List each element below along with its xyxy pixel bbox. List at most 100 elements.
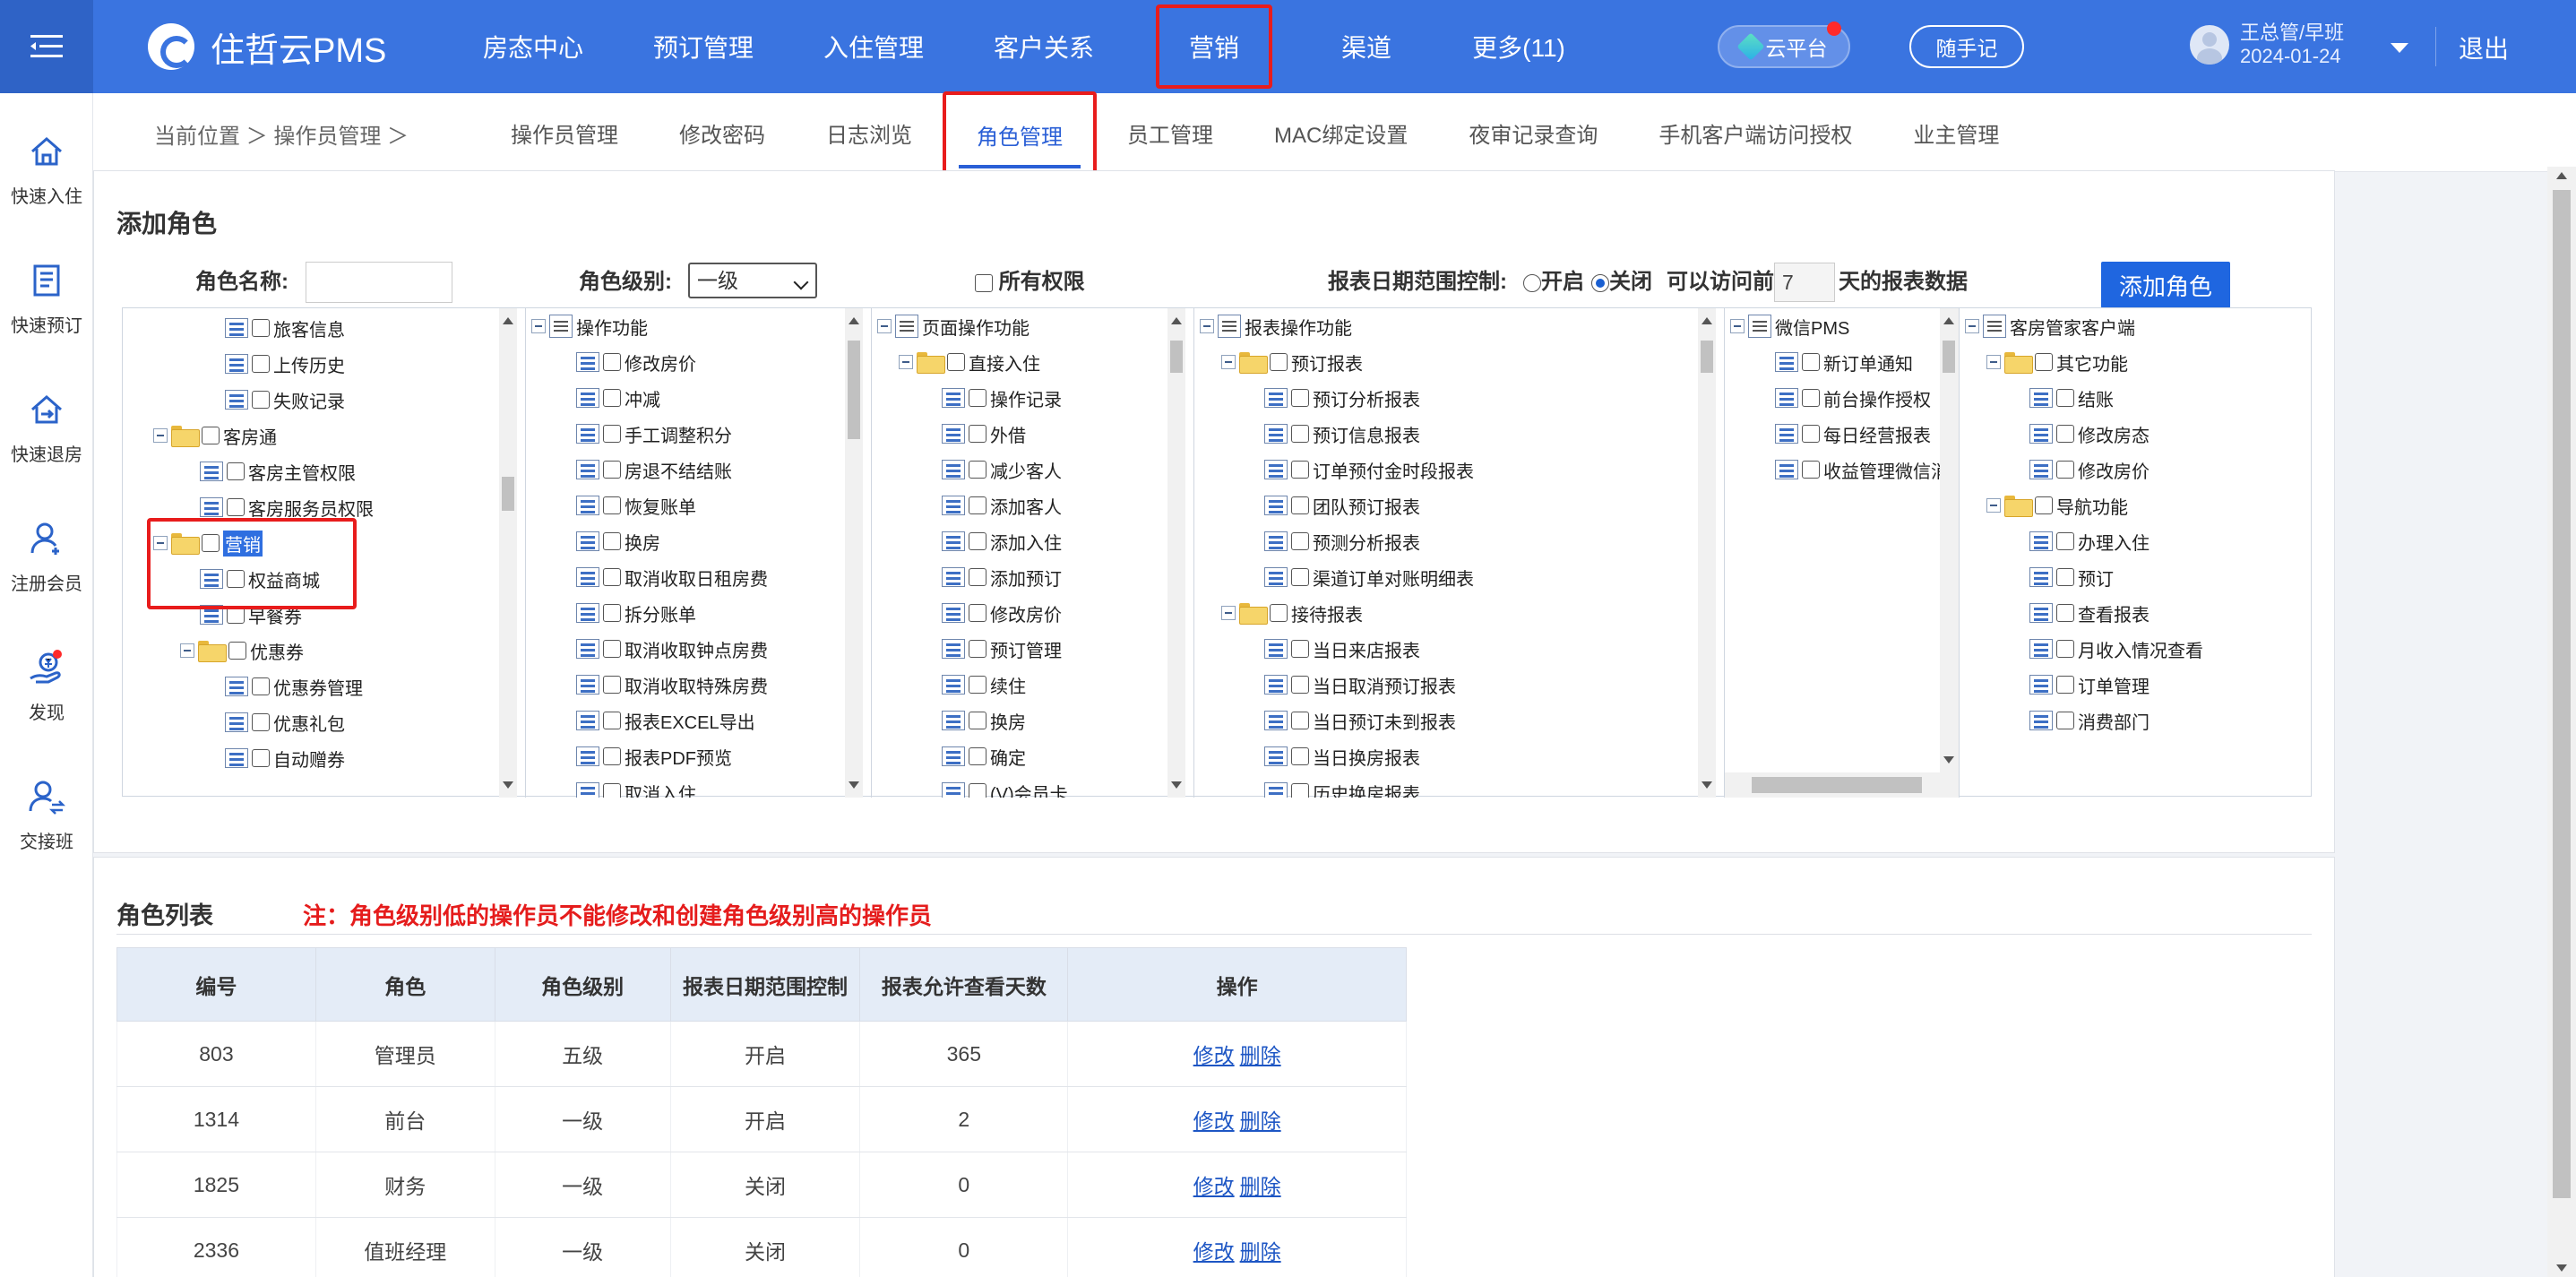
scroll-thumb[interactable] (1701, 341, 1713, 373)
tree-node[interactable]: 客房管家客户端 (1965, 308, 2135, 344)
user-menu[interactable]: 王总管/早班 2024-01-24 (2190, 22, 2344, 68)
sidebar-item-quick-booking[interactable]: 快速预订 (0, 240, 93, 357)
sidebar-item-quick-checkout[interactable]: 快速退房 (0, 369, 93, 486)
tree-node[interactable]: 添加客人 (942, 488, 1062, 523)
add-role-button[interactable]: 添加角色 (2101, 262, 2230, 308)
tree-node[interactable]: 订单管理 (2029, 667, 2150, 703)
scroll-thumb[interactable] (2553, 190, 2571, 1198)
scroll-thumb[interactable] (502, 477, 514, 511)
tree-node[interactable]: 新订单通知 (1775, 344, 1913, 380)
tree-checkbox[interactable] (2056, 568, 2074, 586)
edit-link[interactable]: 修改 (1193, 1175, 1235, 1198)
scroll-down-icon[interactable] (1171, 781, 1182, 789)
tree-node[interactable]: 收益管理微信消息 (1775, 452, 1959, 488)
tree-node[interactable]: 页面操作功能 (877, 308, 1030, 344)
tab-role-management[interactable]: 角色管理 (943, 91, 1097, 177)
tree-checkbox[interactable] (603, 353, 621, 371)
tree-checkbox[interactable] (1291, 676, 1309, 694)
scroll-up-icon[interactable] (503, 317, 513, 324)
tree-node[interactable]: 结账 (2029, 380, 2114, 416)
nav-channel[interactable]: 渠道 (1299, 0, 1434, 93)
tree-checkbox[interactable] (2056, 712, 2074, 729)
tree-checkbox[interactable] (252, 355, 270, 373)
tree-checkbox[interactable] (227, 462, 245, 480)
access-days-input[interactable]: 7 (1774, 263, 1835, 302)
tree-checkbox[interactable] (969, 676, 986, 694)
tree-node[interactable]: 前台操作授权 (1775, 380, 1931, 416)
sidebar-item-register-member[interactable]: 注册会员 (0, 498, 93, 615)
tree-node[interactable]: 换房 (576, 523, 660, 559)
tree-checkbox[interactable] (969, 389, 986, 407)
delete-link[interactable]: 删除 (1240, 1175, 1281, 1198)
tree-checkbox[interactable] (603, 496, 621, 514)
collapse-icon[interactable] (1221, 355, 1236, 369)
tree-checkbox[interactable] (252, 677, 270, 695)
cloud-platform-button[interactable]: 云平台 (1718, 22, 1850, 68)
tree-node[interactable]: 修改房态 (2029, 416, 2150, 452)
tree-node[interactable]: 取消入住 (576, 774, 696, 798)
tree-node[interactable]: 自动赠券 (225, 740, 345, 776)
tree-checkbox[interactable] (2056, 640, 2074, 658)
tree-node[interactable]: 拆分账单 (576, 595, 696, 631)
tree-checkbox[interactable] (252, 391, 270, 409)
scroll-up-icon[interactable] (849, 317, 859, 324)
tree-node[interactable]: 预订 (2029, 559, 2114, 595)
tree-scrollbar-3[interactable] (1167, 308, 1185, 798)
tree-node[interactable]: 预订管理 (942, 631, 1062, 667)
collapse-icon[interactable] (180, 643, 194, 658)
tab-log-browse[interactable]: 日志浏览 (796, 93, 943, 172)
tree-node[interactable]: 当日预订未到报表 (1264, 703, 1456, 738)
tree-checkbox[interactable] (2056, 425, 2074, 443)
nav-crm[interactable]: 客户关系 (959, 0, 1129, 93)
tree-node[interactable]: 旅客信息 (225, 310, 345, 346)
tree-checkbox[interactable] (603, 640, 621, 658)
tree-node[interactable]: 修改房价 (576, 344, 696, 380)
scroll-down-icon[interactable] (2556, 1264, 2567, 1272)
tree-node[interactable]: 优惠券 (180, 633, 304, 669)
caret-down-icon[interactable] (2391, 43, 2408, 53)
app-logo[interactable]: 住哲云PMS (148, 23, 386, 70)
tree-checkbox[interactable] (969, 604, 986, 622)
sidebar-item-handover[interactable]: 交接班 (0, 756, 93, 873)
date-control-on-radio[interactable] (1523, 273, 1541, 292)
scroll-up-icon[interactable] (2556, 172, 2567, 179)
all-permissions-checkbox[interactable] (975, 273, 993, 292)
tree-scrollbar-4[interactable] (1698, 308, 1716, 798)
tree-node[interactable]: 减少客人 (942, 452, 1062, 488)
tree-checkbox[interactable] (1291, 496, 1309, 514)
tree-checkbox[interactable] (1291, 568, 1309, 586)
tree-checkbox[interactable] (969, 640, 986, 658)
tree-node[interactable]: 报表EXCEL导出 (576, 703, 755, 738)
tree-checkbox[interactable] (969, 496, 986, 514)
tree-checkbox[interactable] (2056, 389, 2074, 407)
tree-checkbox[interactable] (252, 319, 270, 337)
tree-checkbox[interactable] (603, 389, 621, 407)
all-permissions-option[interactable]: 所有权限 (975, 260, 1085, 305)
nav-checkin[interactable]: 入住管理 (788, 0, 959, 93)
tree-node[interactable]: 订单预付金时段报表 (1264, 452, 1474, 488)
delete-link[interactable]: 删除 (1240, 1240, 1281, 1264)
collapse-icon[interactable] (1200, 319, 1214, 333)
scroll-down-icon[interactable] (849, 781, 859, 789)
tab-night-audit[interactable]: 夜审记录查询 (1438, 93, 1628, 172)
tree-checkbox[interactable] (969, 568, 986, 586)
tree-checkbox[interactable] (603, 568, 621, 586)
scroll-thumb[interactable] (1170, 341, 1183, 373)
tree-checkbox[interactable] (252, 749, 270, 767)
tree-scrollbar-1[interactable] (499, 308, 517, 798)
tree-checkbox[interactable] (2056, 676, 2074, 694)
scroll-thumb[interactable] (1943, 341, 1955, 373)
tree-node[interactable]: 报表PDF预览 (576, 738, 732, 774)
tree-checkbox[interactable] (1802, 425, 1820, 443)
collapse-icon[interactable] (877, 319, 892, 333)
tree-node[interactable]: 优惠券管理 (225, 669, 363, 704)
nav-more[interactable]: 更多(11) (1434, 0, 1604, 93)
tree-checkbox[interactable] (603, 676, 621, 694)
tree-node[interactable]: 办理入住 (2029, 523, 2150, 559)
tree-checkbox[interactable] (228, 642, 246, 660)
tree-checkbox[interactable] (969, 712, 986, 729)
collapse-icon[interactable] (899, 355, 913, 369)
delete-link[interactable]: 删除 (1240, 1044, 1281, 1067)
collapse-icon[interactable] (1986, 355, 2001, 369)
collapse-icon[interactable] (531, 319, 546, 333)
